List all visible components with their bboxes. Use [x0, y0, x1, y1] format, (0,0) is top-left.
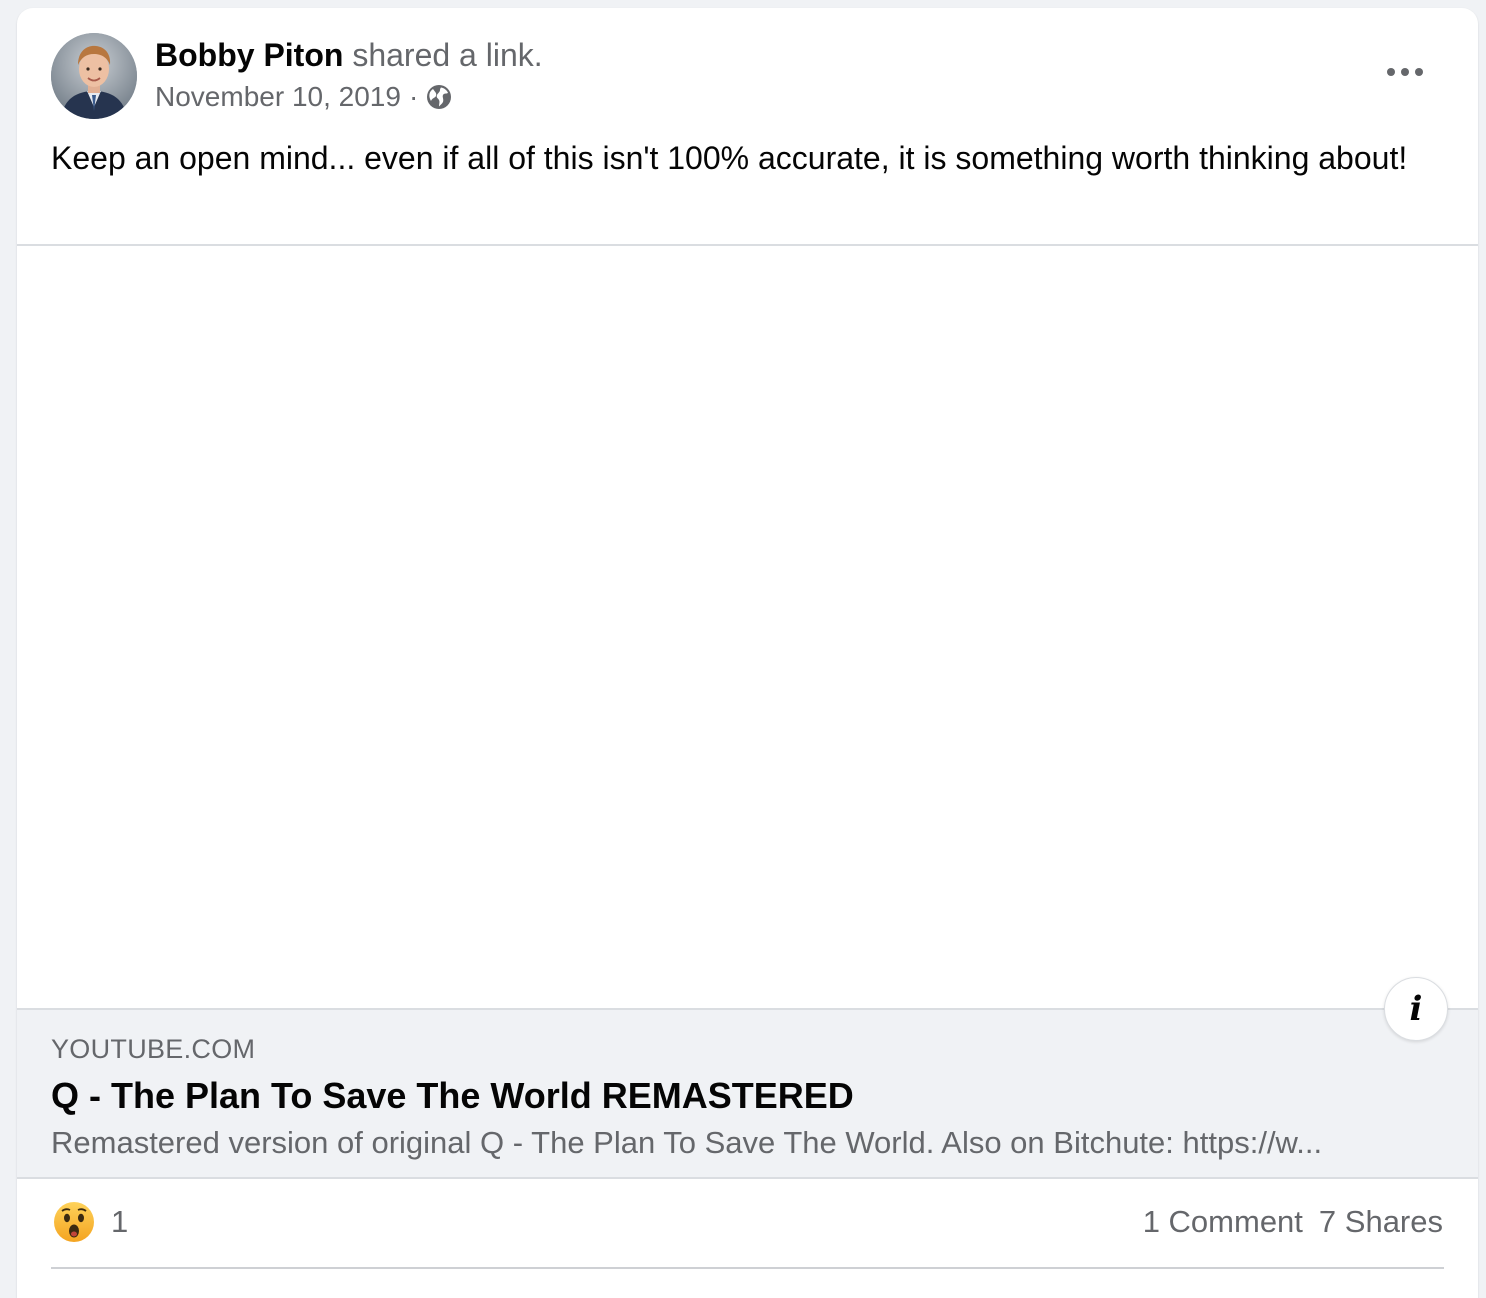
post-message: Keep an open mind... even if all of this…	[51, 140, 1408, 176]
engagement-counts: 1 Comment 7 Shares	[1143, 1202, 1443, 1242]
link-domain: YOUTUBE.COM	[51, 1034, 256, 1064]
post-action-text: shared a link.	[352, 37, 543, 73]
globe-icon[interactable]	[426, 84, 452, 110]
info-icon: i	[1409, 989, 1423, 1029]
reaction-count: 1	[111, 1204, 129, 1239]
link-title[interactable]: Q - The Plan To Save The World REMASTERE…	[51, 1074, 854, 1118]
wow-reaction-icon	[53, 1201, 95, 1243]
reactions-summary[interactable]: 1	[53, 1201, 128, 1243]
info-button[interactable]: i	[1384, 977, 1448, 1041]
author-avatar[interactable]	[51, 33, 137, 119]
shares-count[interactable]: 7 Shares	[1319, 1202, 1443, 1242]
divider	[51, 1267, 1444, 1269]
counts-spacer	[1303, 1202, 1319, 1242]
post-meta: November 10, 2019 ·	[155, 80, 452, 114]
more-options-button[interactable]	[1373, 50, 1437, 94]
meta-separator: ·	[408, 81, 419, 112]
post-date[interactable]: November 10, 2019	[155, 80, 401, 114]
link-preview[interactable]: YOUTUBE.COM Q - The Plan To Save The Wor…	[17, 1008, 1478, 1179]
video-embed[interactable]	[17, 246, 1478, 1008]
comments-count[interactable]: 1 Comment	[1143, 1202, 1303, 1242]
more-options-icon	[1387, 68, 1423, 76]
post-card: Bobby Piton shared a link. November 10, …	[17, 8, 1478, 1298]
post-header: Bobby Piton shared a link.	[155, 34, 543, 76]
avatar-photo	[51, 33, 137, 119]
author-name[interactable]: Bobby Piton	[155, 37, 343, 73]
link-description: Remastered version of original Q - The P…	[51, 1125, 1323, 1160]
